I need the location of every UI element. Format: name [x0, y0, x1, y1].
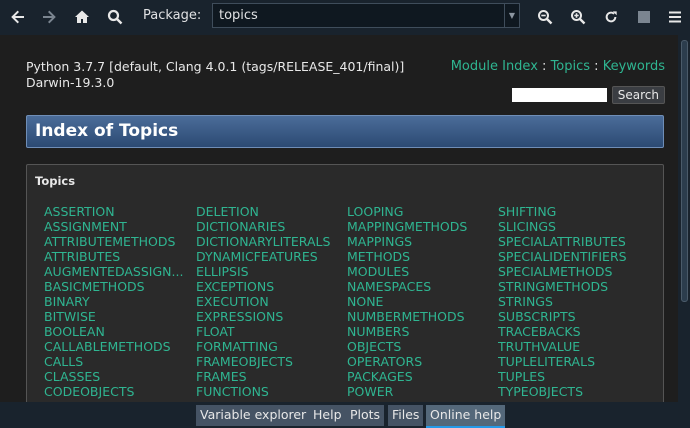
topic-link[interactable]: CALLS — [44, 354, 194, 369]
page-title: Index of Topics — [26, 115, 664, 148]
topic-link[interactable]: OPERATORS — [347, 354, 495, 369]
topic-link[interactable]: SPECIALATTRIBUTES — [498, 234, 646, 249]
zoom-in-icon[interactable] — [567, 6, 589, 28]
topic-link[interactable]: FORMATTING — [196, 339, 344, 354]
topics-column-4: SHIFTING SLICINGS SPECIALATTRIBUTES SPECIAL… — [498, 204, 646, 402]
toolbar: Package: ▼ — [0, 0, 690, 34]
scrollbar-thumb[interactable] — [681, 40, 688, 302]
topic-link[interactable]: BASICMETHODS — [44, 279, 194, 294]
refresh-icon[interactable] — [600, 6, 622, 28]
topic-link[interactable]: DICTIONARYLITERALS — [196, 234, 344, 249]
back-arrow-icon[interactable] — [7, 6, 29, 28]
topic-link[interactable]: PACKAGES — [347, 369, 495, 384]
topic-link[interactable]: FLOAT — [196, 324, 344, 339]
link-separator: : — [537, 59, 551, 74]
topics-column-1: ASSERTION ASSIGNMENT ATTRIBUTEMETHODS ATTRI… — [44, 204, 194, 402]
topic-link[interactable]: DICTIONARIES — [196, 219, 344, 234]
topic-link[interactable]: ASSIGNMENT — [44, 219, 194, 234]
pane-tabs: Variable explorer Help Plots Files Onlin… — [0, 402, 690, 428]
search-row: Search — [511, 86, 665, 104]
topic-link[interactable]: ATTRIBUTEMETHODS — [44, 234, 194, 249]
topic-link[interactable]: EXCEPTIONS — [196, 279, 344, 294]
topic-link[interactable]: STRINGS — [498, 294, 646, 309]
topic-link[interactable]: CALLABLEMETHODS — [44, 339, 194, 354]
help-content: Python 3.7.7 [default, Clang 4.0.1 (tags… — [0, 35, 678, 402]
topic-link[interactable]: MODULES — [347, 264, 495, 279]
topic-link[interactable]: SPECIALMETHODS — [498, 264, 646, 279]
forward-arrow-icon[interactable] — [38, 6, 60, 28]
topic-link[interactable]: TUPLELITERALS — [498, 354, 646, 369]
topics-column-2: DELETION DICTIONARIES DICTIONARYLITERALS DY… — [196, 204, 344, 402]
link-module-index[interactable]: Module Index — [451, 59, 538, 74]
link-topics[interactable]: Topics — [551, 59, 590, 74]
menu-icon[interactable] — [664, 6, 686, 28]
tab-help[interactable]: Help — [309, 405, 346, 426]
topic-link[interactable]: DELETION — [196, 204, 344, 219]
topic-link[interactable]: DYNAMICFEATURES — [196, 249, 344, 264]
header-links: Module Index : Topics : Keywords — [451, 59, 665, 74]
chevron-down-icon[interactable]: ▼ — [504, 4, 519, 27]
search-button[interactable]: Search — [611, 86, 665, 104]
topic-link[interactable]: NAMESPACES — [347, 279, 495, 294]
topic-link[interactable]: LOOPING — [347, 204, 495, 219]
topic-link[interactable]: ASSERTION — [44, 204, 194, 219]
topic-link[interactable]: NONE — [347, 294, 495, 309]
topic-link[interactable]: SPECIALIDENTIFIERS — [498, 249, 646, 264]
package-label: Package: — [143, 8, 202, 23]
tab-variable-explorer[interactable]: Variable explorer — [196, 405, 311, 426]
package-combo[interactable]: ▼ — [212, 3, 520, 28]
topics-section: Topics ASSERTION ASSIGNMENT ATTRIBUTEMETHO… — [26, 164, 664, 402]
topic-link[interactable]: CODEOBJECTS — [44, 384, 194, 399]
topic-link[interactable]: AUGMENTEDASSIGN... — [44, 264, 194, 279]
tab-files[interactable]: Files — [388, 405, 424, 426]
topic-link[interactable]: SHIFTING — [498, 204, 646, 219]
topics-column-3: LOOPING MAPPINGMETHODS MAPPINGS METHODS MODU… — [347, 204, 495, 402]
topic-link[interactable]: FUNCTIONS — [196, 384, 344, 399]
topic-link[interactable]: NUMBERS — [347, 324, 495, 339]
link-separator: : — [590, 59, 603, 74]
home-icon[interactable] — [71, 6, 93, 28]
version-line-1: Python 3.7.7 [default, Clang 4.0.1 (tags… — [26, 59, 405, 74]
topic-link[interactable]: METHODS — [347, 249, 495, 264]
topic-link[interactable]: MAPPINGMETHODS — [347, 219, 495, 234]
topic-link[interactable]: TRACEBACKS — [498, 324, 646, 339]
stop-icon[interactable] — [633, 6, 655, 28]
topic-link[interactable]: MAPPINGS — [347, 234, 495, 249]
link-keywords[interactable]: Keywords — [603, 59, 665, 74]
topic-link[interactable]: STRINGMETHODS — [498, 279, 646, 294]
topic-link[interactable]: EXPRESSIONS — [196, 309, 344, 324]
topics-heading: Topics — [35, 174, 76, 188]
tab-online-help[interactable]: Online help — [426, 405, 506, 428]
search-icon[interactable] — [104, 6, 126, 28]
topic-link[interactable]: NUMBERMETHODS — [347, 309, 495, 324]
zoom-out-icon[interactable] — [534, 6, 556, 28]
topic-link[interactable]: SLICINGS — [498, 219, 646, 234]
topic-link[interactable]: TUPLES — [498, 369, 646, 384]
topic-link[interactable]: BITWISE — [44, 309, 194, 324]
version-line-2: Darwin-19.3.0 — [26, 75, 115, 90]
topic-link[interactable]: OBJECTS — [347, 339, 495, 354]
topic-link[interactable]: ELLIPSIS — [196, 264, 344, 279]
topic-link[interactable]: BINARY — [44, 294, 194, 309]
topic-link[interactable]: TRUTHVALUE — [498, 339, 646, 354]
python-version: Python 3.7.7 [default, Clang 4.0.1 (tags… — [26, 59, 404, 91]
search-field[interactable] — [511, 88, 607, 102]
topic-link[interactable]: CLASSES — [44, 369, 194, 384]
topic-link[interactable]: SUBSCRIPTS — [498, 309, 646, 324]
topic-link[interactable]: FRAMES — [196, 369, 344, 384]
topic-link[interactable]: FRAMEOBJECTS — [196, 354, 344, 369]
topic-link[interactable]: BOOLEAN — [44, 324, 194, 339]
topic-link[interactable]: EXECUTION — [196, 294, 344, 309]
package-input[interactable] — [213, 4, 505, 27]
tab-plots[interactable]: Plots — [346, 405, 385, 426]
topic-link[interactable]: TYPEOBJECTS — [498, 384, 646, 399]
topic-link[interactable]: ATTRIBUTES — [44, 249, 194, 264]
topic-link[interactable]: POWER — [347, 384, 495, 399]
